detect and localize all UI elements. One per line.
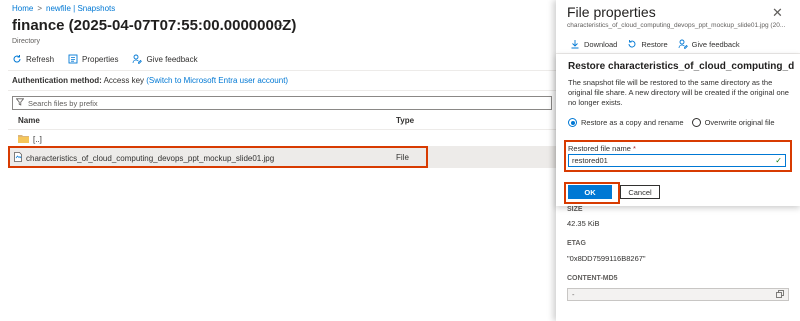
size-value: 42.35 KiB <box>567 219 600 228</box>
more-options-button[interactable]: ··· <box>274 20 284 31</box>
parent-directory-row[interactable]: [..] <box>18 134 42 145</box>
restore-copy-label: Restore as a copy and rename <box>581 118 684 127</box>
feedback-icon <box>132 54 143 64</box>
restore-options: Restore as a copy and rename Overwrite o… <box>568 118 775 127</box>
content-md5-field: - <box>567 288 789 301</box>
overwrite-radio[interactable]: Overwrite original file <box>691 118 775 127</box>
ok-button[interactable]: OK <box>568 185 612 199</box>
download-label: Download <box>584 39 618 49</box>
toolbar: Refresh Properties Give feedback <box>12 54 198 64</box>
refresh-icon <box>12 54 22 64</box>
refresh-button[interactable]: Refresh <box>12 54 54 64</box>
restore-copy-radio[interactable]: Restore as a copy and rename <box>568 118 684 127</box>
radio-selected-icon <box>568 118 577 127</box>
divider <box>8 70 556 71</box>
dialog-description: The snapshot file will be restored to th… <box>568 78 789 107</box>
column-header-name[interactable]: Name <box>18 116 40 125</box>
cancel-button[interactable]: Cancel <box>620 185 660 199</box>
breadcrumb-home[interactable]: Home <box>12 4 33 13</box>
content-md5-label: CONTENT-MD5 <box>567 275 618 282</box>
download-button[interactable]: Download <box>570 39 617 49</box>
panel-feedback-label: Give feedback <box>691 39 740 49</box>
breadcrumb-snapshots[interactable]: newfile | Snapshots <box>46 4 115 13</box>
radio-unselected-icon <box>691 118 701 127</box>
filter-icon <box>15 98 25 108</box>
restore-dialog: Restore characteristics_of_cloud_computi… <box>556 54 800 206</box>
feedback-label: Give feedback <box>146 54 198 64</box>
divider <box>8 129 556 130</box>
folder-icon <box>18 134 29 145</box>
properties-icon <box>68 54 78 64</box>
page-subtitle: Directory <box>12 38 41 45</box>
close-icon[interactable]: ✕ <box>772 5 783 21</box>
feedback-icon <box>678 39 688 49</box>
copy-icon[interactable] <box>776 289 784 300</box>
restored-name-value: restored01 <box>572 156 608 165</box>
column-header-type[interactable]: Type <box>396 116 414 125</box>
required-marker: * <box>633 144 636 153</box>
overwrite-label: Overwrite original file <box>704 118 775 127</box>
auth-label: Authentication method: <box>12 76 102 85</box>
auth-value: Access key <box>103 76 145 85</box>
content-md5-value: - <box>572 290 575 299</box>
divider <box>8 90 556 91</box>
download-icon <box>570 39 580 49</box>
switch-auth-link[interactable]: (Switch to Microsoft Entra user account) <box>146 76 288 85</box>
restored-name-label: Restored file name * <box>568 144 636 153</box>
panel-toolbar: Download Restore Give feedback <box>570 39 740 49</box>
restore-button[interactable]: Restore <box>627 39 668 49</box>
etag-label: ETAG <box>567 240 586 247</box>
properties-button[interactable]: Properties <box>68 54 118 64</box>
refresh-label: Refresh <box>26 54 55 64</box>
give-feedback-button[interactable]: Give feedback <box>132 54 198 64</box>
restored-name-label-text: Restored file name <box>568 144 631 153</box>
page-title: finance (2025-04-07T07:55:00.0000000Z) <box>12 17 297 34</box>
panel-subtitle: characteristics_of_cloud_computing_devop… <box>567 22 786 29</box>
panel-feedback-button[interactable]: Give feedback <box>678 39 740 49</box>
highlight-box <box>8 146 428 168</box>
etag-value: "0x8DD7599116B8267" <box>567 254 646 263</box>
parent-directory-label: [..] <box>33 135 42 144</box>
restore-icon <box>627 39 637 49</box>
check-icon: ✓ <box>775 156 782 165</box>
dialog-title: Restore characteristics_of_cloud_computi… <box>568 61 794 72</box>
restore-label: Restore <box>641 39 668 49</box>
breadcrumb: Home > newfile | Snapshots <box>12 4 115 13</box>
search-placeholder: Search files by prefix <box>28 98 98 108</box>
restored-name-input[interactable]: restored01 ✓ <box>568 154 786 167</box>
properties-label: Properties <box>82 54 119 64</box>
panel-title: File properties <box>567 4 656 20</box>
main-content: Home > newfile | Snapshots finance (2025… <box>0 0 556 321</box>
auth-method: Authentication method: Access key (Switc… <box>12 76 288 85</box>
size-label: SIZE <box>567 206 583 213</box>
breadcrumb-separator: > <box>37 4 43 13</box>
search-input[interactable]: Search files by prefix <box>12 96 552 110</box>
